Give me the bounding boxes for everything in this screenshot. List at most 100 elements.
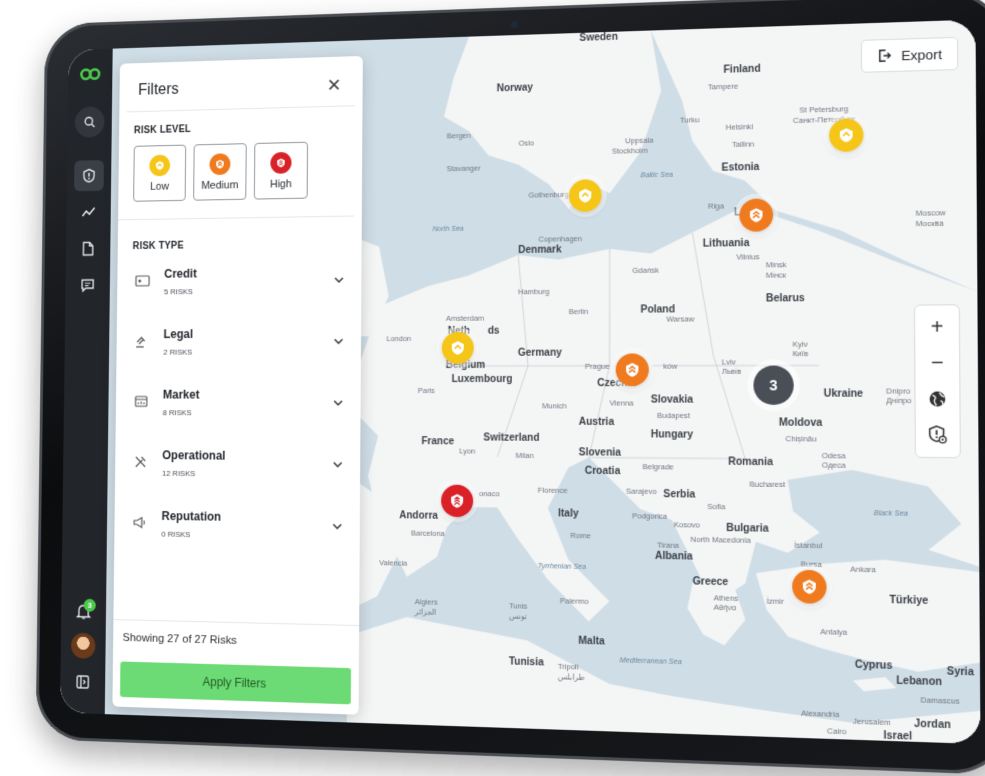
chat-icon[interactable] — [73, 270, 103, 301]
globe-icon[interactable] — [919, 381, 956, 417]
map-label: North Macedonia — [690, 535, 750, 545]
double-chevron-icon — [747, 206, 766, 225]
map-label: İstanbul — [794, 540, 822, 550]
zoom-in-icon[interactable]: + — [918, 310, 955, 346]
map-label: onaco — [479, 489, 500, 498]
credit-card-icon — [132, 274, 153, 291]
map-label: Syria — [947, 666, 974, 678]
risk-type-count: 12 RISKS — [162, 469, 331, 480]
risk-type-count: 8 RISKS — [163, 408, 332, 417]
risk-level-low-button[interactable]: Low — [133, 145, 186, 202]
map-label: Valencia — [379, 558, 407, 568]
map-label: Albania — [655, 551, 693, 563]
logo-icon[interactable] — [75, 58, 105, 89]
map-label: Prague — [585, 362, 610, 371]
map-label: Tyrrhenian Sea — [538, 563, 586, 571]
map-label: Black Sea — [874, 510, 908, 518]
map-label: Croatia — [585, 466, 620, 478]
map-label: Hungary — [651, 429, 693, 441]
shield-icon[interactable] — [74, 160, 104, 191]
map-label: Vilnius — [736, 252, 759, 262]
zoom-out-icon[interactable]: − — [919, 345, 956, 381]
risk-layer-icon[interactable] — [919, 417, 956, 453]
map-label: Germany — [518, 348, 562, 359]
risk-pin-low[interactable] — [442, 332, 474, 364]
risk-type-name: Market — [163, 388, 332, 402]
map-label: ds — [488, 326, 500, 337]
risk-level-medium-button[interactable]: Medium — [193, 143, 247, 200]
chevron-down-icon[interactable] — [332, 334, 346, 348]
chevron-down-icon[interactable] — [332, 273, 346, 287]
document-icon[interactable] — [73, 233, 103, 264]
risk-type-reputation[interactable]: Reputation 0 RISKS — [129, 493, 344, 557]
map-label: Gdańsk — [632, 266, 659, 275]
risk-type-count: 5 RISKS — [164, 286, 332, 296]
map-label: Jerusalem — [853, 716, 891, 727]
map-label: Luxembourg — [452, 374, 513, 385]
chevron-up-icon — [576, 186, 594, 204]
high-risk-icon — [270, 151, 291, 173]
map-label: Romania — [728, 456, 773, 468]
risk-level-label-text: High — [270, 178, 292, 190]
map-label: Tunisia — [509, 656, 544, 668]
map-label: Milan — [516, 451, 534, 460]
map-label: Copenhagen — [538, 234, 582, 244]
map-label: Rome — [570, 531, 591, 541]
notifications-button[interactable]: 3 — [75, 602, 92, 625]
map-label: Türkiye — [889, 595, 928, 607]
map-label: Barcelona — [411, 528, 445, 538]
screen: Sweden Finland Norway Tampere Turku Hels… — [60, 20, 980, 744]
map-label: الجزائر — [415, 607, 437, 617]
close-icon[interactable]: ✕ — [327, 76, 342, 94]
trend-icon[interactable] — [74, 197, 104, 228]
map-label: Hamburg — [518, 287, 549, 296]
market-icon — [131, 393, 152, 412]
notification-badge: 3 — [84, 599, 96, 612]
risk-type-market[interactable]: Market 8 RISKS — [131, 372, 346, 434]
tablet-frame: Sweden Finland Norway Tampere Turku Hels… — [36, 0, 985, 775]
sidebar-toggle-icon[interactable] — [68, 666, 98, 698]
rail-bottom: 3 — [68, 602, 99, 704]
map-label: Serbia — [663, 489, 695, 501]
map-label: Dnipro — [886, 386, 910, 395]
chevron-down-icon[interactable] — [331, 396, 345, 410]
map-label: Damascus — [921, 695, 960, 706]
risk-pin-medium[interactable] — [616, 353, 649, 386]
apply-filters-button[interactable]: Apply Filters — [120, 661, 351, 704]
risk-type-legal[interactable]: Legal 2 RISKS — [131, 311, 345, 373]
map-label: Львів — [722, 367, 741, 376]
risk-level-high-button[interactable]: High — [254, 142, 308, 200]
map-label: North Sea — [432, 226, 463, 233]
chevron-down-icon[interactable] — [330, 519, 344, 533]
map-label: Berlin — [569, 307, 589, 316]
map-label: Ukraine — [824, 388, 864, 400]
risk-level-label-text: Medium — [201, 179, 238, 191]
risk-pin-high[interactable] — [441, 485, 473, 518]
map-label: Odesa — [822, 451, 846, 461]
map-label: Αθήνα — [714, 603, 737, 613]
map-label: Switzerland — [483, 432, 539, 443]
risk-type-operational[interactable]: Operational 12 RISKS — [130, 433, 345, 496]
map-label: Moscow — [916, 208, 946, 218]
risk-cluster[interactable]: 3 — [753, 366, 793, 405]
map-label: Paris — [418, 386, 435, 395]
map-label: Lyon — [459, 446, 475, 455]
risk-type-credit[interactable]: Credit 5 RISKS — [132, 249, 346, 312]
export-button[interactable]: Export — [861, 37, 958, 73]
map-label: Uppsala — [625, 136, 653, 146]
avatar[interactable] — [71, 633, 96, 659]
map-label: Lithuania — [703, 238, 750, 250]
filters-title: Filters — [138, 81, 179, 100]
chevron-down-icon[interactable] — [331, 458, 345, 472]
gavel-icon — [131, 333, 152, 352]
map-label: Finland — [723, 64, 760, 76]
map-label: Gothenburg — [528, 190, 568, 200]
risk-pin-medium[interactable] — [792, 570, 826, 604]
map-label: Москва — [916, 218, 944, 228]
search-icon[interactable] — [75, 106, 105, 137]
map-label: Helsinki — [726, 122, 754, 132]
map-label: Tripoli — [558, 662, 579, 672]
map-label: Estonia — [721, 162, 759, 174]
map-label: Denmark — [518, 244, 561, 256]
map-label: Bulgaria — [726, 523, 768, 535]
